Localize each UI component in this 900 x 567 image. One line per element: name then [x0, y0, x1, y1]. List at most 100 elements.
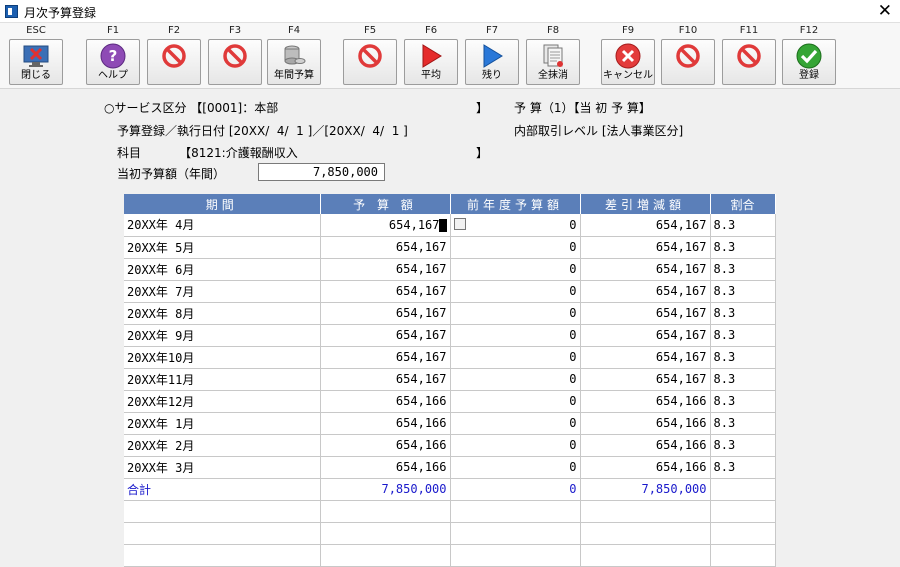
- period-cell: 20XX年 2月: [124, 434, 321, 457]
- prev-budget-cell: [450, 522, 581, 545]
- table-row: 20XX年10月 654,167 0 654,167 8.3: [124, 346, 776, 369]
- toolbar-button-f9[interactable]: キャンセル: [601, 39, 655, 85]
- budget-cell[interactable]: 654,167: [320, 258, 451, 281]
- prev-budget-cell: 0: [450, 434, 581, 457]
- difference-cell: 654,166: [580, 456, 711, 479]
- empty-row: [124, 544, 776, 567]
- toolbar-button-f4[interactable]: 年間予算: [267, 39, 321, 85]
- ratio-cell: 8.3: [710, 434, 776, 457]
- table-row: 20XX年 1月 654,166 0 654,166 8.3: [124, 412, 776, 435]
- toolbar-button-esc[interactable]: 閉じる: [9, 39, 63, 85]
- prev-budget-cell: 0: [450, 456, 581, 479]
- period-cell: 20XX年 6月: [124, 258, 321, 281]
- toolbar-button-f5[interactable]: [343, 39, 397, 85]
- disabled-icon: [675, 43, 701, 69]
- col-header-ratio: 割合: [710, 194, 776, 214]
- prev-budget-cell: 0: [450, 280, 581, 303]
- toolbar-button-label: キャンセル: [603, 70, 653, 81]
- function-key-esc: ESC: [26, 25, 46, 36]
- budget-cell[interactable]: 654,167: [320, 280, 451, 303]
- initial-budget-field[interactable]: 7,850,000: [258, 163, 385, 181]
- budget-cell[interactable]: 654,167: [320, 346, 451, 369]
- toolbar-button-f11[interactable]: [722, 39, 776, 85]
- cell-picker-icon[interactable]: [453, 218, 466, 230]
- col-header-prev-budget: 前年度予算額: [450, 194, 581, 214]
- difference-cell: 654,167: [580, 258, 711, 281]
- prev-budget-cell: 0: [450, 236, 581, 259]
- table-row: 20XX年 5月 654,167 0 654,167 8.3: [124, 236, 776, 259]
- budget-cell[interactable]: 654,167: [320, 368, 451, 391]
- difference-cell: [580, 522, 711, 545]
- function-key-f5: F5: [363, 25, 377, 36]
- table-row: 20XX年12月 654,166 0 654,166 8.3: [124, 390, 776, 413]
- toolbar-button-f1[interactable]: ? ヘルプ: [86, 39, 140, 85]
- budget-cell[interactable]: 654,166: [320, 456, 451, 479]
- difference-cell: [580, 500, 711, 523]
- budget-cell[interactable]: [320, 522, 451, 545]
- window-title: 月次予算登録: [24, 6, 97, 20]
- difference-cell: [580, 544, 711, 567]
- table-row: 20XX年 4月 654,167 0 654,167 8.3: [124, 214, 776, 237]
- disabled-icon: [357, 43, 383, 69]
- function-key-f7: F7: [485, 25, 499, 36]
- ratio-cell: 8.3: [710, 324, 776, 347]
- table-header-row: 期間 予 算 額 前年度予算額 差引増減額 割合: [124, 194, 776, 214]
- account-item-close: 】: [476, 146, 489, 160]
- disabled-icon: [222, 43, 248, 69]
- function-key-f3: F3: [228, 25, 242, 36]
- toolbar-button-label: 平均: [421, 70, 441, 81]
- prev-budget-cell: 0: [450, 258, 581, 281]
- col-header-budget: 予 算 額: [320, 194, 451, 214]
- toolbar-button-label: 残り: [482, 70, 502, 81]
- period-cell: [124, 522, 321, 545]
- app-icon: [5, 5, 18, 18]
- period-cell: [124, 544, 321, 567]
- table-row: 20XX年 6月 654,167 0 654,167 8.3: [124, 258, 776, 281]
- empty-row: [124, 500, 776, 523]
- disabled-icon: [161, 43, 187, 69]
- service-category-close: 】: [476, 101, 489, 115]
- title-bar: 月次予算登録 ✕: [0, 0, 900, 23]
- period-cell: 合計: [124, 478, 321, 501]
- toolbar-button-f12[interactable]: 登録: [782, 39, 836, 85]
- table-row: 20XX年 7月 654,167 0 654,167 8.3: [124, 280, 776, 303]
- budget-cell[interactable]: 654,167: [320, 302, 451, 325]
- difference-cell: 7,850,000: [580, 478, 711, 501]
- function-key-toolbar: ESC 閉じる F1? ヘルプ F2 F3 F4 年間予算 F5 F6 平均 F7 残り F8 全抹消 F9 キ…: [0, 23, 900, 89]
- toolbar-button-f10[interactable]: [661, 39, 715, 85]
- prev-budget-cell: 0: [450, 214, 581, 237]
- budget-cell[interactable]: 654,166: [320, 412, 451, 435]
- toolbar-button-f2[interactable]: [147, 39, 201, 85]
- toolbar-button-f3[interactable]: [208, 39, 262, 85]
- budget-cell[interactable]: 654,167: [320, 324, 451, 347]
- table-row: 20XX年 3月 654,166 0 654,166 8.3: [124, 456, 776, 479]
- ratio-cell: 8.3: [710, 368, 776, 391]
- ratio-cell: [710, 522, 776, 545]
- budget-cell[interactable]: 654,166: [320, 434, 451, 457]
- toolbar-button-f7[interactable]: 残り: [465, 39, 519, 85]
- budget-cell[interactable]: 654,166: [320, 390, 451, 413]
- window-close-button[interactable]: ✕: [878, 1, 892, 21]
- table-row: 20XX年 2月 654,166 0 654,166 8.3: [124, 434, 776, 457]
- function-key-f2: F2: [167, 25, 181, 36]
- monthly-budget-table: 期間 予 算 額 前年度予算額 差引増減額 割合 20XX年 4月 654,167…: [124, 194, 776, 567]
- internal-transaction-level: 内部取引レベル [法人事業区分]: [514, 124, 684, 138]
- service-category: ○サービス区分 【[0001]：本部: [104, 101, 279, 115]
- col-header-difference: 差引増減額: [580, 194, 711, 214]
- toolbar-button-f8[interactable]: 全抹消: [526, 39, 580, 85]
- budget-cell[interactable]: 7,850,000: [320, 478, 451, 501]
- toolbar-button-label: 年間予算: [274, 70, 314, 81]
- budget-cell[interactable]: [320, 500, 451, 523]
- col-header-period: 期間: [124, 194, 321, 214]
- toolbar-button-f6[interactable]: 平均: [404, 39, 458, 85]
- budget-cell[interactable]: 654,167: [320, 214, 451, 237]
- function-key-f8: F8: [546, 25, 560, 36]
- prev-budget-cell: [450, 500, 581, 523]
- function-key-f1: F1: [106, 25, 120, 36]
- period-cell: 20XX年 1月: [124, 412, 321, 435]
- difference-cell: 654,167: [580, 346, 711, 369]
- budget-cell[interactable]: 654,167: [320, 236, 451, 259]
- main-content: ○サービス区分 【[0001]：本部 】 予 算（1）【当 初 予 算】 予算登…: [0, 90, 900, 567]
- function-key-f4: F4: [287, 25, 301, 36]
- budget-cell[interactable]: [320, 544, 451, 567]
